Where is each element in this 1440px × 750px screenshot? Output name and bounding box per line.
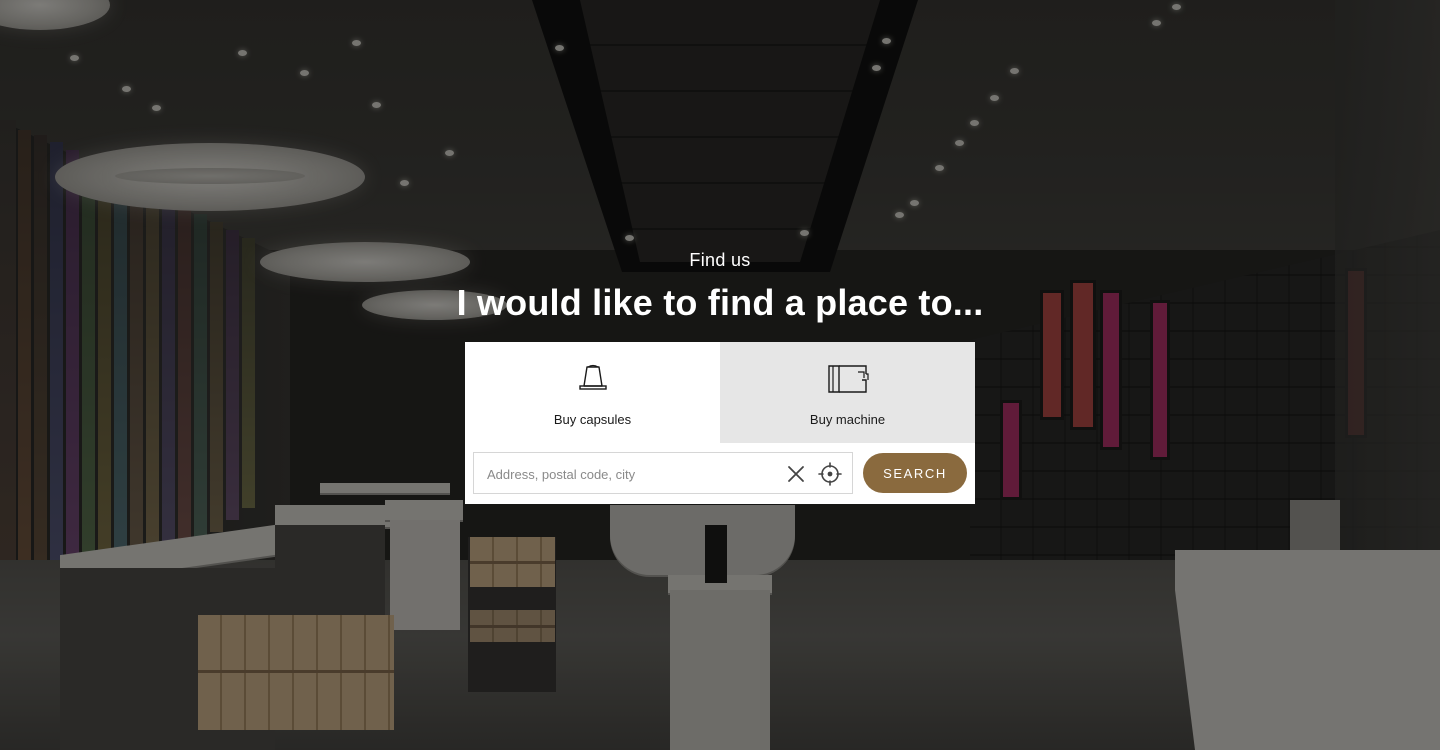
purpose-tabs: Buy capsules Buy machine — [465, 342, 975, 443]
store-finder-panel: Buy capsules Buy machine Address, postal… — [465, 342, 975, 504]
eyebrow-text: Find us — [689, 250, 751, 270]
coffee-machine-icon — [826, 362, 870, 394]
search-box — [473, 452, 853, 495]
tab-label: Buy capsules — [553, 412, 632, 427]
page-title: I would like to find a place to... — [456, 282, 984, 323]
search-button[interactable]: SEARCH — [863, 453, 967, 493]
crosshair-icon[interactable] — [817, 461, 843, 487]
search-row: SEARCH — [473, 452, 967, 496]
store-locator-hero: Find us I would like to find a place to.… — [0, 0, 1440, 750]
close-icon[interactable] — [784, 462, 808, 486]
tab-buy-capsules[interactable]: Buy capsules — [465, 342, 720, 443]
location-search-input[interactable] — [485, 453, 779, 495]
capsule-icon — [577, 362, 609, 394]
tab-buy-machine[interactable]: Buy machine — [720, 342, 975, 443]
hero-content: Find us I would like to find a place to.… — [0, 0, 1440, 750]
tab-label: Buy machine — [809, 412, 886, 427]
